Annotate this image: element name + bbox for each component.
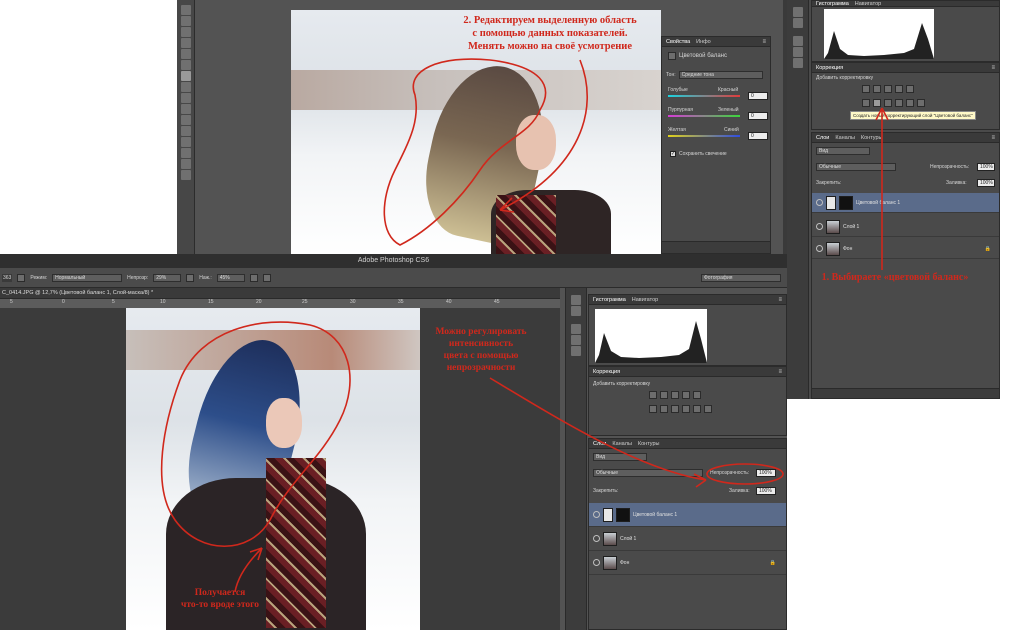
opacity-highlight-ellipse [706, 463, 784, 485]
opacity-annotation-arrow [489, 377, 707, 481]
opacity-arrow-head [693, 473, 707, 488]
top-arrow-head [499, 197, 515, 213]
annotation-drawings [160, 58, 889, 593]
top-selection-outline [383, 58, 547, 246]
bottom-selection-outline [160, 321, 351, 548]
result-annotation-arrow [234, 547, 263, 593]
